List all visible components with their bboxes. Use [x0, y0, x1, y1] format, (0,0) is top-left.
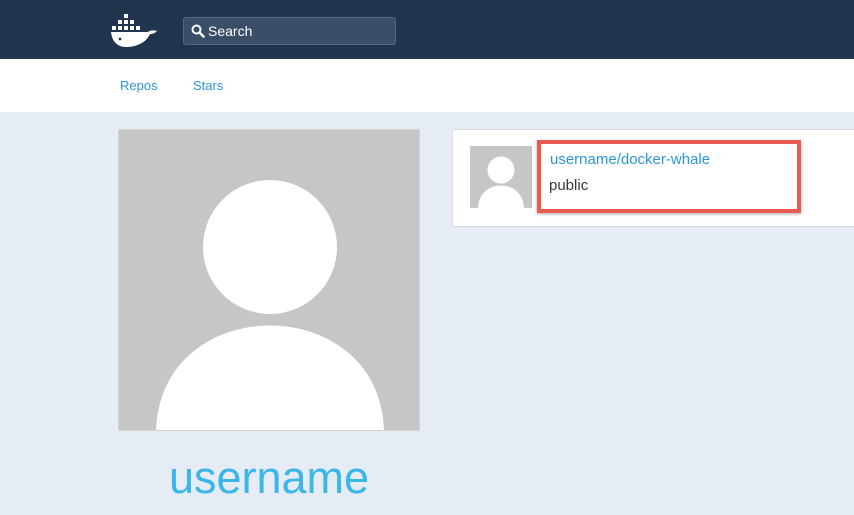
- repo-name-link[interactable]: username/docker-whale: [550, 151, 710, 169]
- repo-card[interactable]: username/docker-whale public: [452, 129, 854, 227]
- top-navbar: Search: [0, 0, 854, 59]
- profile-subnav: Repos Stars: [0, 59, 854, 112]
- search-icon: [191, 24, 205, 38]
- repo-visibility-label: public: [549, 177, 589, 194]
- docker-whale-icon[interactable]: [110, 12, 160, 48]
- repo-owner-avatar: [470, 146, 532, 208]
- nav-link-repos[interactable]: Repos: [120, 59, 158, 112]
- search-placeholder: Search: [208, 23, 253, 39]
- profile-username: username: [168, 452, 370, 503]
- user-avatar-large: [118, 129, 420, 431]
- nav-link-stars[interactable]: Stars: [193, 59, 223, 112]
- search-input[interactable]: Search: [183, 17, 396, 45]
